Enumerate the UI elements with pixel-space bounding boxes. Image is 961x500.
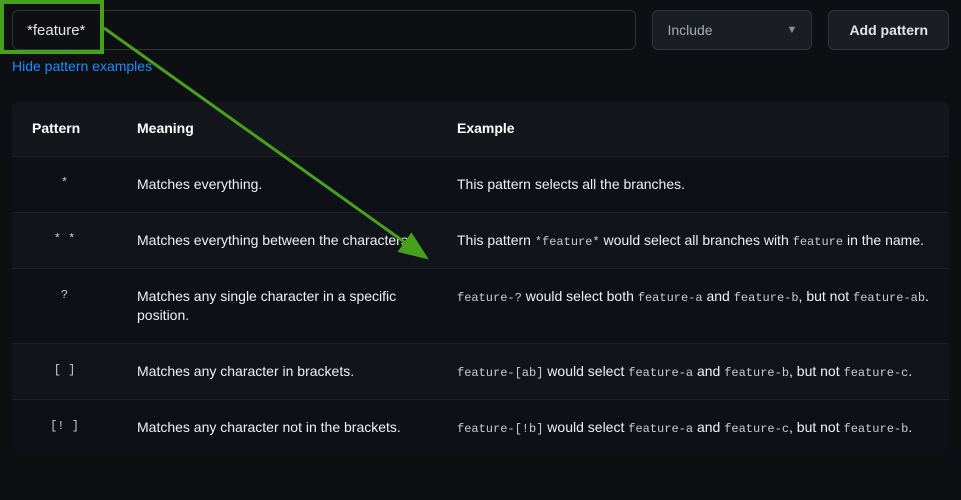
pattern-examples-table: Pattern Meaning Example *Matches everyth… [12,102,949,455]
table-header-meaning: Meaning [117,102,437,157]
example-code: feature-c [844,366,909,380]
example-code: feature-b [844,422,909,436]
example-code: feature-[ab] [457,366,543,380]
example-cell: feature-[ab] would select feature-a and … [437,343,949,399]
meaning-cell: Matches everything between the character… [117,212,437,268]
meaning-cell: Matches any character not in the bracket… [117,400,437,456]
table-row: *Matches everything.This pattern selects… [12,157,949,213]
example-code: *feature* [535,235,600,249]
pattern-cell: [ ] [12,343,117,399]
pattern-cell: ? [12,269,117,344]
example-code: feature-b [724,366,789,380]
pattern-cell: * [12,157,117,213]
example-code: feature [793,235,843,249]
include-select[interactable]: Include ▼ [652,10,812,50]
table-row: * *Matches everything between the charac… [12,212,949,268]
chevron-down-icon: ▼ [787,24,798,36]
meaning-cell: Matches any single character in a specif… [117,269,437,344]
include-select-value: Include [667,22,712,38]
example-cell: This pattern selects all the branches. [437,157,949,213]
meaning-cell: Matches any character in brackets. [117,343,437,399]
add-pattern-button[interactable]: Add pattern [828,10,949,50]
example-cell: feature-? would select both feature-a an… [437,269,949,344]
example-code: feature-c [724,422,789,436]
table-header-pattern: Pattern [12,102,117,157]
example-code: feature-b [734,291,799,305]
example-code: feature-? [457,291,522,305]
pattern-cell: * * [12,212,117,268]
pattern-form: Include ▼ Add pattern [0,0,961,50]
example-code: feature-a [628,366,693,380]
meaning-cell: Matches everything. [117,157,437,213]
table-row: [ ]Matches any character in brackets.fea… [12,343,949,399]
table-row: ?Matches any single character in a speci… [12,269,949,344]
example-cell: feature-[!b] would select feature-a and … [437,400,949,456]
example-code: feature-[!b] [457,422,543,436]
pattern-cell: [! ] [12,400,117,456]
example-code: feature-ab [853,291,925,305]
hide-pattern-examples-link[interactable]: Hide pattern examples [0,50,152,74]
pattern-input[interactable] [12,10,636,50]
table-row: [! ]Matches any character not in the bra… [12,400,949,456]
example-cell: This pattern *feature* would select all … [437,212,949,268]
example-code: feature-a [628,422,693,436]
example-code: feature-a [638,291,703,305]
table-header-example: Example [437,102,949,157]
